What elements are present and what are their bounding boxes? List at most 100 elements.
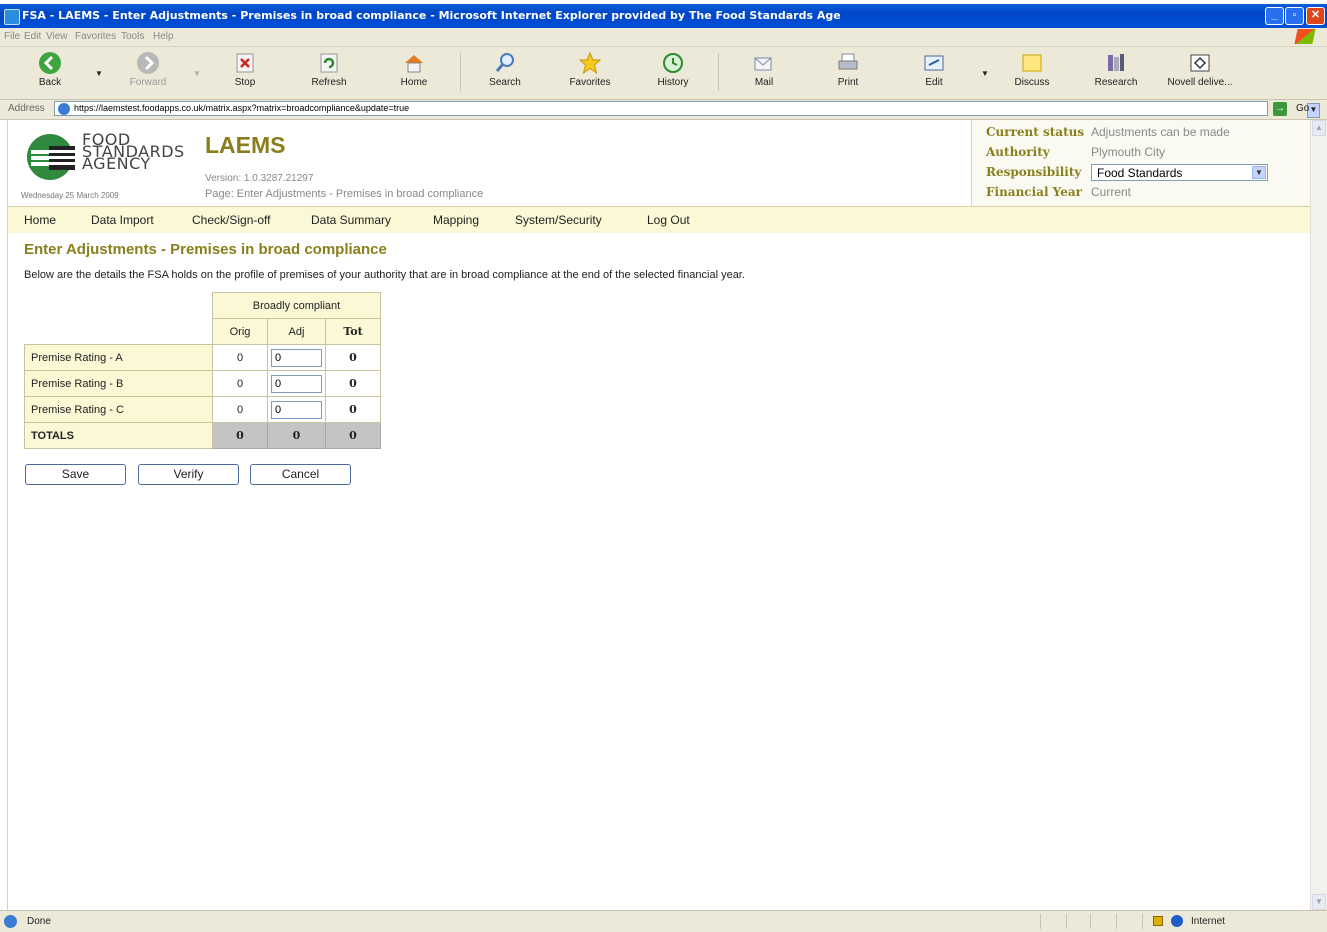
nav-check-signoff[interactable]: Check/Sign-off [192,213,271,227]
forward-button[interactable]: Forward [118,51,178,88]
row-label: Premise Rating - A [24,344,213,371]
status-divider [1090,914,1091,929]
responsibility-label: Responsibility [986,165,1082,179]
mail-button[interactable]: Mail [734,51,794,88]
go-arrow-icon[interactable]: → [1273,102,1287,116]
minimize-button[interactable]: _ [1265,7,1284,25]
totals-label: TOTALS [24,422,213,449]
table-row: Premise Rating - C 0 0 [24,396,381,423]
refresh-icon [320,53,338,73]
scroll-down-icon[interactable]: ▼ [1312,894,1326,910]
page-ie-icon [58,103,70,115]
discuss-icon [1022,54,1042,72]
internet-globe-icon [1171,915,1183,927]
menu-favorites[interactable]: Favorites [75,31,116,42]
edit-dropdown-icon[interactable]: ▼ [981,69,989,78]
menu-tools[interactable]: Tools [121,31,144,42]
app-name: LAEMS [205,132,286,158]
col-header-tot: Tot [325,318,381,345]
menu-file[interactable]: File [4,31,20,42]
financial-year-value: Current [1091,185,1132,199]
back-label: Back [38,77,62,88]
stop-button[interactable]: Stop [215,51,275,88]
tot-value: 0 [325,344,381,371]
nav-mapping[interactable]: Mapping [433,213,479,227]
responsibility-select[interactable]: Food Standards ▼ [1091,164,1268,181]
cancel-button[interactable]: Cancel [250,464,351,485]
nav-home[interactable]: Home [24,213,56,227]
search-button[interactable]: Search [475,51,535,88]
maximize-button[interactable]: ▫ [1285,7,1304,25]
org-name: FOOD STANDARDS AGENCY [82,132,185,172]
edit-button[interactable]: Edit [904,51,964,88]
address-input[interactable]: https://laemstest.foodapps.co.uk/matrix.… [54,101,1320,118]
nav-system-security[interactable]: System/Security [515,213,602,227]
toolbar-separator [718,53,719,91]
novell-delivery-button[interactable]: Novell delive... [1160,51,1240,88]
table-row: Premise Rating - B 0 0 [24,370,381,397]
discuss-button[interactable]: Discuss [1002,51,1062,88]
chevron-down-icon[interactable]: ▼ [1252,166,1266,179]
group-header: Broadly compliant [212,292,381,319]
back-dropdown-icon[interactable]: ▼ [95,69,103,78]
page-info: Page: Enter Adjustments - Premises in br… [205,188,484,200]
row-label: Premise Rating - C [24,396,213,423]
window-title: FSA - LAEMS - Enter Adjustments - Premis… [22,9,841,22]
back-button[interactable]: Back [20,51,80,88]
favorites-label: Favorites [569,77,611,88]
forward-dropdown-icon[interactable]: ▼ [193,69,201,78]
verify-button[interactable]: Verify [138,464,239,485]
status-divider [1066,914,1067,929]
authority-value: Plymouth City [1091,145,1166,159]
address-url[interactable]: https://laemstest.foodapps.co.uk/matrix.… [74,103,409,113]
edit-label: Edit [925,77,943,88]
lock-icon [1153,916,1163,926]
menu-edit[interactable]: Edit [24,31,41,42]
print-button[interactable]: Print [818,51,878,88]
current-status-value: Adjustments can be made [1091,125,1230,139]
nav-log-out[interactable]: Log Out [647,213,690,227]
print-icon [838,53,858,70]
research-label: Research [1094,77,1138,88]
nav-data-import[interactable]: Data Import [91,213,154,227]
page-title: Enter Adjustments - Premises in broad co… [24,241,387,258]
research-books-icon [1108,54,1124,71]
refresh-button[interactable]: Refresh [299,51,359,88]
save-button[interactable]: Save [25,464,126,485]
go-button[interactable]: Go [1296,103,1309,114]
history-button[interactable]: History [643,51,703,88]
totals-tot: 0 [325,422,381,449]
favorites-button[interactable]: Favorites [560,51,620,88]
ie-window-icon [4,9,20,25]
authority-label: Authority [986,145,1050,159]
current-status-label: Current status [986,125,1085,139]
page-done-icon [4,915,17,928]
menu-bar: File Edit View Favorites Tools Help [0,28,1327,47]
status-panel: Current status Adjustments can be made A… [971,120,1311,207]
totals-orig: 0 [212,422,268,449]
page-content: FOOD STANDARDS AGENCY Wednesday 25 March… [7,120,1311,910]
home-button[interactable]: Home [384,51,444,88]
close-button[interactable]: ✕ [1306,7,1325,25]
site-header: FOOD STANDARDS AGENCY Wednesday 25 March… [8,120,1311,207]
home-label: Home [400,77,428,88]
adj-input-c[interactable] [271,400,322,419]
nav-data-summary[interactable]: Data Summary [311,213,391,227]
adj-cell [267,396,326,423]
mail-label: Mail [754,77,774,88]
responsibility-selected-value: Food Standards [1097,166,1183,180]
toolbar-separator [460,53,461,91]
menu-help[interactable]: Help [153,31,174,42]
col-header-orig: Orig [212,318,268,345]
scroll-up-icon[interactable]: ▲ [1312,120,1326,136]
browser-toolbar: Back ▼ Forward ▼ Stop Refresh Home Searc… [0,47,1327,100]
research-button[interactable]: Research [1086,51,1146,88]
menu-view[interactable]: View [46,31,68,42]
address-bar: Address https://laemstest.foodapps.co.uk… [0,100,1327,120]
adj-input-b[interactable] [271,374,322,393]
history-label: History [657,77,689,88]
row-label: Premise Rating - B [24,370,213,397]
compliance-table: Broadly compliant Orig Adj Tot Premise R… [24,292,381,449]
adj-input-a[interactable] [271,348,322,367]
vertical-scrollbar[interactable]: ▲ ▼ [1310,120,1327,910]
